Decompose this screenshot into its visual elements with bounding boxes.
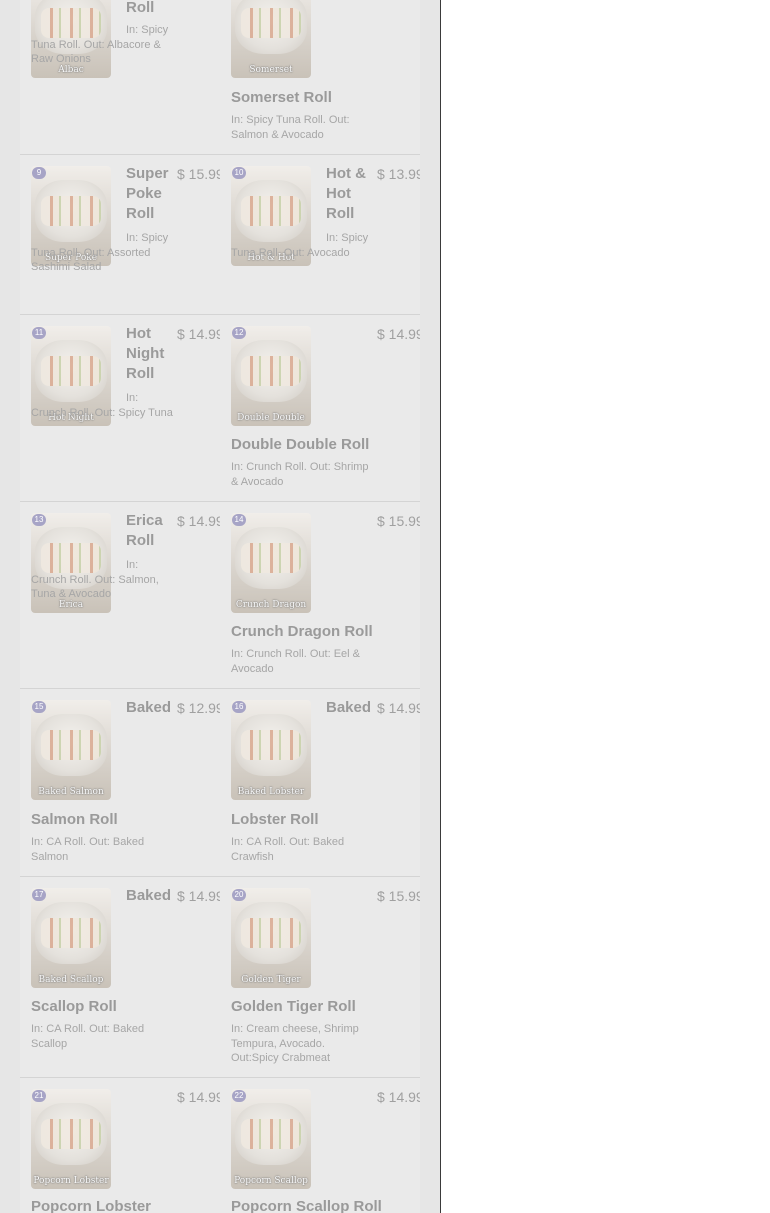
photo-caption: Crunch Dragon xyxy=(235,600,307,610)
menu-item-card[interactable]: 9 Super Poke Super Poke Roll $ 15.99 In:… xyxy=(20,154,220,314)
menu-row: 17 Baked Scallop Baked $ 14.99 Scallop R… xyxy=(20,876,420,1078)
menu-item-name: Salmon Roll xyxy=(31,811,118,828)
item-number-badge: 10 xyxy=(232,167,246,179)
menu-list: Albac Roll In: Spicy Tuna Roll. Out: Alb… xyxy=(20,0,420,1213)
item-number-badge: 14 xyxy=(232,514,246,526)
menu-item-name: Scallop Roll xyxy=(31,998,117,1015)
menu-item-price: $ 14.99 xyxy=(177,888,220,904)
item-number-badge: 11 xyxy=(32,327,46,339)
menu-item-description: In: CA Roll. Out: Baked Scallop xyxy=(31,1023,145,1050)
menu-item-description: In: Cream cheese, Shrimp Tempura, Avocad… xyxy=(231,1023,359,1064)
menu-item-description: In: CA Roll. Out: Baked Salmon xyxy=(31,836,145,863)
menu-item-description: In: CA Roll. Out: Baked Crawfish xyxy=(231,836,345,863)
menu-item-card[interactable]: 20 Golden Tiger $ 15.99 Golden Tiger Rol… xyxy=(220,876,420,1077)
menu-item-card[interactable]: 10 Hot & Hot Hot & Hot Roll $ 13.99 In: … xyxy=(220,154,420,314)
menu-item-description: In: Spicy Tuna Roll. Out: Assorted Sashi… xyxy=(31,232,169,273)
menu-item-photo: 16 Baked Lobster xyxy=(231,700,311,800)
menu-item-name: Hot & Hot Roll xyxy=(326,165,366,222)
menu-item-name: Popcorn Scallop Roll xyxy=(231,1198,382,1213)
photo-caption: Baked Lobster xyxy=(237,787,305,797)
menu-item-price: $ 15.99 xyxy=(377,888,420,904)
item-number-badge: 22 xyxy=(232,1090,246,1102)
menu-item-photo: 20 Golden Tiger xyxy=(231,888,311,988)
photo-caption: Albac xyxy=(58,65,84,75)
menu-item-name: Popcorn Lobster xyxy=(31,1198,152,1213)
menu-item-card[interactable]: 22 Popcorn Scallop $ 14.99 Popcorn Scall… xyxy=(220,1077,420,1213)
menu-item-card[interactable]: 16 Baked Lobster Baked $ 14.99 Lobster R… xyxy=(220,688,420,876)
menu-pane: Albac Roll In: Spicy Tuna Roll. Out: Alb… xyxy=(0,0,440,1213)
menu-item-name: Somerset Roll xyxy=(231,89,332,106)
menu-item-photo: 21 Popcorn Lobster xyxy=(31,1089,111,1189)
item-number-badge: 16 xyxy=(232,701,246,713)
menu-item-price: $ 13.99 xyxy=(377,166,420,182)
menu-item-price: $ 14.99 xyxy=(377,700,420,716)
menu-row: 13 Erica Erica Roll $ 14.99 In: Crunch R… xyxy=(20,501,420,689)
menu-item-name: Crunch Dragon Roll xyxy=(231,623,373,640)
menu-item-name-top: Baked xyxy=(326,699,372,716)
item-number-badge: 21 xyxy=(32,1090,46,1102)
item-number-badge: 17 xyxy=(32,889,46,901)
photo-caption: Baked Scallop xyxy=(38,975,104,985)
menu-row: 21 Popcorn Lobster $ 14.99 Popcorn Lobst… xyxy=(20,1077,420,1213)
menu-item-name: Roll xyxy=(126,0,155,16)
menu-item-description: In: Spicy Tuna Roll. Out: Salmon & Avoca… xyxy=(231,114,350,141)
menu-item-photo: 14 Crunch Dragon xyxy=(231,513,311,613)
menu-item-name: Hot Night Roll xyxy=(126,325,165,382)
menu-item-price: $ 14.99 xyxy=(177,1089,220,1105)
menu-item-price: $ 14.99 xyxy=(377,326,420,342)
menu-item-photo: Somerset xyxy=(231,0,311,78)
menu-item-card[interactable]: 11 Hot Night Hot Night Roll $ 14.99 In: … xyxy=(20,314,220,501)
menu-item-name: Super Poke Roll xyxy=(126,165,169,222)
photo-caption: Popcorn Lobster xyxy=(33,1176,109,1186)
menu-row: 11 Hot Night Hot Night Roll $ 14.99 In: … xyxy=(20,314,420,502)
menu-item-price: $ 15.99 xyxy=(377,513,420,529)
item-number-badge: 12 xyxy=(232,327,246,339)
photo-caption: Golden Tiger xyxy=(241,975,301,985)
item-number-badge: 20 xyxy=(232,889,246,901)
photo-caption: Erica xyxy=(58,600,84,610)
item-number-badge: 9 xyxy=(32,167,46,179)
menu-row: 9 Super Poke Super Poke Roll $ 15.99 In:… xyxy=(20,154,420,315)
menu-item-price: $ 14.99 xyxy=(177,326,220,342)
photo-caption: Popcorn Scallop xyxy=(234,1176,308,1186)
photo-caption: Double Double xyxy=(237,413,305,423)
menu-item-card[interactable]: 12 Double Double $ 14.99 Double Double R… xyxy=(220,314,420,501)
menu-item-name-top: Baked xyxy=(126,699,172,716)
menu-item-description: In: Crunch Roll. Out: Spicy Tuna xyxy=(31,392,173,419)
menu-row: 15 Baked Salmon Baked $ 12.99 Salmon Rol… xyxy=(20,688,420,877)
item-number-badge: 15 xyxy=(32,701,46,713)
menu-item-photo: 15 Baked Salmon xyxy=(31,700,111,800)
menu-item-description: In: Crunch Roll. Out: Salmon, Tuna & Avo… xyxy=(31,559,159,600)
menu-item-photo: 12 Double Double xyxy=(231,326,311,426)
menu-item-name: Golden Tiger Roll xyxy=(231,998,356,1015)
menu-item-card[interactable]: 17 Baked Scallop Baked $ 14.99 Scallop R… xyxy=(20,876,220,1077)
menu-item-card[interactable]: 15 Baked Salmon Baked $ 12.99 Salmon Rol… xyxy=(20,688,220,876)
menu-item-card[interactable]: 14 Crunch Dragon $ 15.99 Crunch Dragon R… xyxy=(220,501,420,688)
menu-item-name: Lobster Roll xyxy=(231,811,319,828)
menu-item-name-top: Baked xyxy=(126,887,172,904)
menu-item-name: Erica Roll xyxy=(126,512,163,549)
menu-item-price: $ 15.99 xyxy=(177,166,220,182)
blank-pane xyxy=(441,0,770,1213)
menu-item-price: $ 12.99 xyxy=(177,700,220,716)
menu-item-card[interactable]: 21 Popcorn Lobster $ 14.99 Popcorn Lobst… xyxy=(20,1077,220,1213)
item-number-badge: 13 xyxy=(32,514,46,526)
menu-item-description: In: Spicy Tuna Roll. Out: Avocado xyxy=(231,232,369,259)
menu-item-card[interactable]: Albac Roll In: Spicy Tuna Roll. Out: Alb… xyxy=(20,0,220,154)
menu-item-price: $ 14.99 xyxy=(377,1089,420,1105)
menu-item-card[interactable]: Somerset Somerset Roll In: Spicy Tuna Ro… xyxy=(220,0,420,154)
menu-item-photo: 17 Baked Scallop xyxy=(31,888,111,988)
menu-item-name: Double Double Roll xyxy=(231,436,370,453)
photo-caption: Baked Salmon xyxy=(38,787,104,797)
menu-item-price: $ 14.99 xyxy=(177,513,220,529)
menu-item-description: In: Spicy Tuna Roll. Out: Albacore & Raw… xyxy=(31,24,169,65)
photo-caption: Somerset xyxy=(249,65,293,75)
menu-item-description: In: Crunch Roll. Out: Shrimp & Avocado xyxy=(231,461,369,488)
menu-item-card[interactable]: 13 Erica Erica Roll $ 14.99 In: Crunch R… xyxy=(20,501,220,688)
menu-item-photo: 22 Popcorn Scallop xyxy=(231,1089,311,1189)
menu-item-description: In: Crunch Roll. Out: Eel & Avocado xyxy=(231,648,360,675)
menu-row: Albac Roll In: Spicy Tuna Roll. Out: Alb… xyxy=(20,0,420,155)
